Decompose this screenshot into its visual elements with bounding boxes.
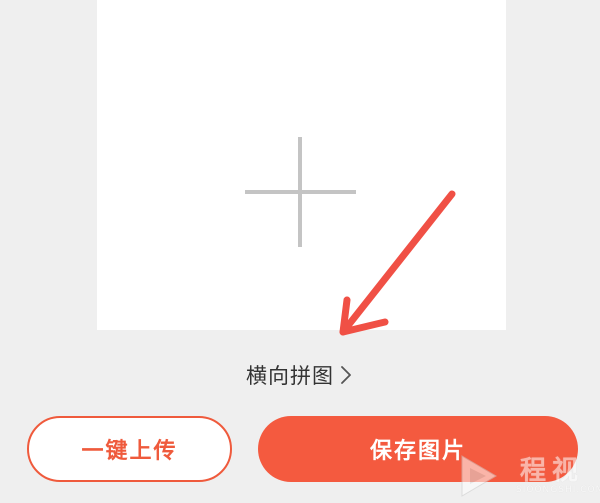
- watermark-text: 程视: [520, 456, 585, 486]
- save-image-label: 保存图片: [369, 439, 466, 464]
- image-canvas[interactable]: [97, 0, 506, 330]
- horizontal-collage-link[interactable]: 横向拼图: [0, 358, 600, 392]
- horizontal-collage-label: 横向拼图: [246, 364, 334, 388]
- chevron-right-icon: [341, 366, 351, 384]
- one-click-upload-label: 一键上传: [81, 439, 178, 464]
- watermark: 程视 SIOONGSHI.COM: [458, 450, 600, 503]
- one-click-upload-button[interactable]: 一键上传: [27, 416, 232, 482]
- watermark-logo-icon: [461, 455, 497, 497]
- plus-icon[interactable]: [97, 0, 506, 330]
- watermark-subtext: SIOONGSHI.COM: [516, 485, 600, 495]
